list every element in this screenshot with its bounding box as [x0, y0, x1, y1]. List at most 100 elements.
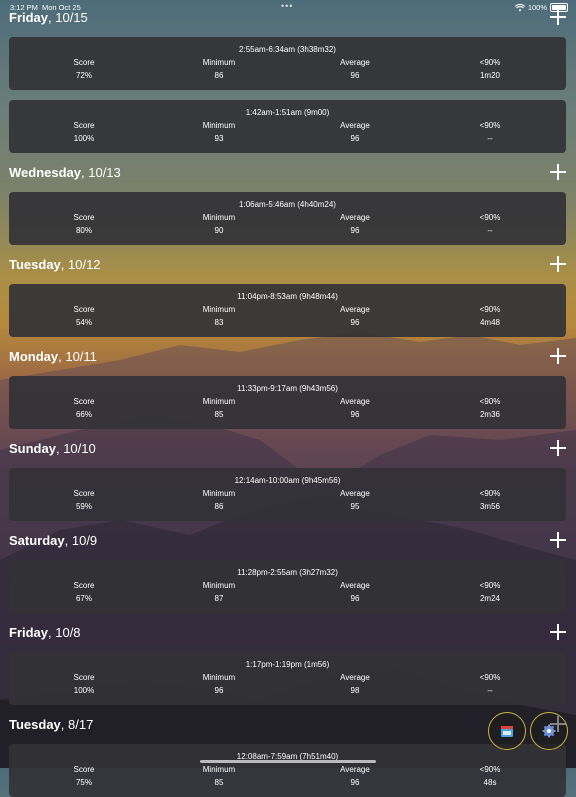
day-weekday: Friday	[9, 625, 49, 640]
stat-label: Score	[73, 305, 95, 314]
stat-label: Minimum	[202, 397, 236, 406]
add-session-button[interactable]	[549, 163, 567, 181]
stat-value: 87	[214, 594, 224, 603]
stat-label: Minimum	[202, 765, 236, 774]
stat-value: 96	[350, 410, 360, 419]
day-header: Tuesday, 10/12	[9, 256, 569, 276]
stat-value: 100%	[73, 686, 95, 695]
session-card[interactable]: 1:42am-1:51am (9m00) Score 100% Minimum 93 Av…	[9, 100, 566, 153]
day-date: , 10/13	[81, 165, 121, 180]
stat-label: Minimum	[202, 121, 236, 130]
stat-label: <90%	[479, 673, 501, 682]
stat-value: 86	[214, 71, 224, 80]
day-weekday: Tuesday	[9, 257, 61, 272]
stat-label: Average	[340, 58, 370, 67]
session-card[interactable]: 12:08am-7:59am (7h51m40) Score 75% Minimum 8…	[9, 744, 566, 797]
stat-value: 54%	[75, 318, 92, 327]
stat-label: Average	[340, 765, 370, 774]
add-session-button[interactable]	[549, 531, 567, 549]
stat-value: 93	[214, 134, 224, 143]
stat-label: Average	[340, 489, 370, 498]
stat-label: Average	[340, 213, 370, 222]
battery-icon	[550, 3, 568, 12]
stat-value: 75%	[75, 778, 92, 787]
stat-value: 67%	[75, 594, 92, 603]
session-time-range: 11:28pm-2:55am (3h27m32)	[237, 568, 338, 577]
stat-value: 3m56	[479, 502, 500, 511]
session-time-range: 11:04pm-8:53am (9h48m44)	[237, 292, 338, 301]
stat-label: <90%	[479, 213, 501, 222]
session-card[interactable]: 12:14am-10:00am (9h45m56) Score 59% Minimum…	[9, 468, 566, 521]
stat-value: 85	[214, 778, 224, 787]
day-header: Sunday, 10/10	[9, 440, 569, 460]
stat-label: Score	[73, 213, 95, 222]
day-header: Tuesday, 8/17	[9, 716, 569, 736]
day-header: Wednesday, 10/13	[9, 164, 569, 184]
stat-label: Minimum	[202, 213, 236, 222]
day-weekday: Sunday	[9, 441, 56, 456]
stat-value: 66%	[75, 410, 92, 419]
stat-value: --	[487, 134, 493, 143]
stat-label: <90%	[479, 121, 501, 130]
session-card[interactable]: 11:04pm-8:53am (9h48m44) Score 54% Minimum 8…	[9, 284, 566, 337]
stat-value: 96	[350, 594, 360, 603]
calendar-button[interactable]	[488, 712, 526, 750]
session-time-range: 12:14am-10:00am (9h45m56)	[234, 476, 341, 485]
day-date: , 10/12	[60, 257, 101, 272]
stat-label: Average	[340, 581, 370, 590]
gear-icon	[542, 724, 556, 738]
day-header: Friday, 10/8	[9, 624, 569, 644]
stat-value: 59%	[75, 502, 92, 511]
add-session-button[interactable]	[549, 439, 567, 457]
calendar-icon	[501, 726, 513, 737]
session-time-range: 1:06am-5:46am (4h40m24)	[239, 200, 336, 209]
add-session-button[interactable]	[549, 623, 567, 641]
home-indicator[interactable]	[200, 760, 376, 763]
stat-label: Score	[73, 397, 95, 406]
stat-label: Average	[340, 397, 370, 406]
day-weekday: Saturday	[9, 533, 65, 548]
multitasking-dots[interactable]: •••	[281, 1, 293, 11]
day-title: Friday, 10/8	[9, 625, 81, 640]
status-right: 100%	[514, 3, 568, 12]
stat-label: Average	[340, 121, 370, 130]
session-time-range: 1:17pm-1:19pm (1m56)	[245, 660, 330, 669]
stat-value: 96	[350, 71, 360, 80]
session-card[interactable]: 11:28pm-2:55am (3h27m32) Score 67% Minimum 8…	[9, 560, 566, 613]
session-card[interactable]: 2:55am-6:34am (3h38m32) Score 72% Minimum 86…	[9, 37, 566, 90]
session-time-range: 2:55am-6:34am (3h38m32)	[239, 45, 336, 54]
day-title: Tuesday, 10/12	[9, 257, 101, 272]
day-weekday: Monday	[9, 349, 59, 364]
stat-label: <90%	[479, 581, 501, 590]
stat-value: --	[487, 686, 493, 695]
stat-value: 85	[214, 410, 224, 419]
settings-button[interactable]	[530, 712, 568, 750]
stat-label: <90%	[479, 58, 501, 67]
stat-label: Score	[73, 121, 95, 130]
stat-label: Minimum	[202, 489, 236, 498]
stat-value: 86	[214, 502, 224, 511]
status-time: 3:12 PM	[10, 3, 38, 12]
stat-value: 2m36	[479, 410, 500, 419]
session-card[interactable]: 1:06am-5:46am (4h40m24) Score 80% Minimum 90…	[9, 192, 566, 245]
stat-value: 72%	[75, 71, 92, 80]
session-card[interactable]: 1:17pm-1:19pm (1m56) Score 100% Minimum 96 Av…	[9, 652, 566, 705]
add-session-button[interactable]	[549, 347, 567, 365]
day-date: , 10/11	[58, 349, 97, 364]
stat-value: 98	[350, 686, 360, 695]
stat-value: 80%	[75, 226, 92, 235]
add-session-button[interactable]	[549, 255, 567, 273]
stat-label: Minimum	[202, 58, 236, 67]
day-title: Monday, 10/11	[9, 349, 97, 364]
stat-label: <90%	[479, 305, 501, 314]
stat-label: Score	[73, 765, 95, 774]
stat-value: --	[487, 226, 493, 235]
day-title: Tuesday, 8/17	[9, 717, 93, 732]
stat-value: 96	[350, 778, 360, 787]
session-card[interactable]: 11:33pm-9:17am (9h43m56) Score 66% Minimum 8…	[9, 376, 566, 429]
stat-value: 100%	[73, 134, 95, 143]
stat-label: Minimum	[202, 305, 236, 314]
stat-label: Score	[73, 489, 95, 498]
session-time-range: 11:33pm-9:17am (9h43m56)	[237, 384, 338, 393]
stat-label: Average	[340, 305, 370, 314]
